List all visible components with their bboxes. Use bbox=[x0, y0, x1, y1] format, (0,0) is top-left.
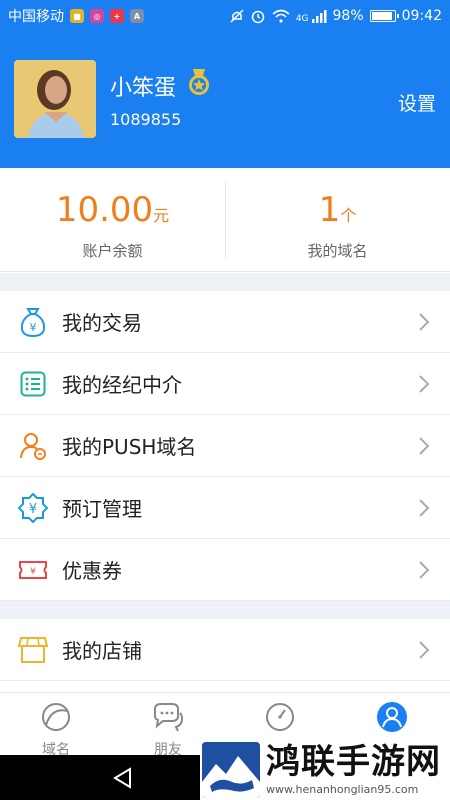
list-icon bbox=[18, 369, 48, 399]
username: 小笨蛋 bbox=[110, 76, 177, 101]
domain-tab-icon bbox=[42, 703, 70, 731]
balance-label: 账户余额 bbox=[82, 242, 143, 260]
section-gap bbox=[0, 273, 450, 291]
svg-text:¥: ¥ bbox=[29, 502, 37, 517]
menu-item-label: 优惠券 bbox=[62, 559, 122, 583]
yen-badge-icon: ¥ bbox=[18, 492, 48, 523]
watermark-domain: www.henanhonglian95.com bbox=[266, 783, 419, 796]
vip-medal-icon bbox=[189, 69, 209, 95]
menu-item-store[interactable]: 我的店铺 bbox=[0, 619, 450, 681]
chevron-right-icon bbox=[419, 641, 430, 659]
svg-text:¥: ¥ bbox=[30, 321, 37, 334]
alarm-icon bbox=[251, 10, 265, 24]
domains-unit: 个 bbox=[340, 206, 357, 225]
battery-percent: 98% bbox=[332, 8, 364, 24]
svg-text:¥: ¥ bbox=[30, 567, 36, 577]
app-notification-icon: ■ bbox=[70, 9, 84, 23]
chevron-right-icon bbox=[419, 499, 430, 517]
menu-item-transactions[interactable]: ¥ 我的交易 bbox=[0, 291, 450, 353]
user-id: 1089855 bbox=[110, 110, 182, 129]
watermark-logo bbox=[202, 742, 260, 798]
profile-header: 小笨蛋 1089855 设置 bbox=[0, 32, 450, 168]
chat-icon bbox=[154, 703, 184, 732]
avatar[interactable] bbox=[14, 60, 96, 138]
store-icon bbox=[18, 635, 48, 665]
menu-item-reservations[interactable]: ¥ 预订管理 bbox=[0, 477, 450, 539]
menu-item-label: 我的交易 bbox=[62, 311, 142, 335]
menu-item-brokerage[interactable]: 我的经纪中介 bbox=[0, 353, 450, 415]
balance-value: 10.00 bbox=[55, 190, 154, 230]
balance-unit: 元 bbox=[153, 206, 170, 225]
compass-icon bbox=[266, 703, 294, 731]
settings-button[interactable]: 设置 bbox=[398, 89, 436, 116]
watermark-title: 鸿联手游网 bbox=[266, 742, 441, 782]
network-type: 4G bbox=[295, 14, 309, 24]
account-stats: 10.00元 账户余额 1个 我的域名 bbox=[0, 168, 450, 272]
clock: 09:42 bbox=[401, 8, 442, 24]
status-bar: 中国移动 ■ ◎ + A 4G 98% 09:42 bbox=[0, 0, 450, 32]
app-notification-icon: + bbox=[110, 9, 124, 23]
watermark: 鸿联手游网 www.henanhonglian95.com bbox=[200, 740, 450, 800]
domains-value: 1 bbox=[318, 190, 341, 230]
menu-item-push-domains[interactable]: 我的PUSH域名 bbox=[0, 415, 450, 477]
menu-item-coupons[interactable]: ¥ 优惠券 bbox=[0, 539, 450, 601]
chevron-right-icon bbox=[419, 437, 430, 455]
carrier-label: 中国移动 bbox=[8, 9, 64, 25]
menu-item-label: 我的PUSH域名 bbox=[62, 435, 197, 459]
money-bag-icon: ¥ bbox=[18, 307, 48, 337]
menu-item-label: 预订管理 bbox=[62, 497, 142, 521]
wifi-icon bbox=[272, 9, 290, 23]
back-icon[interactable] bbox=[112, 767, 134, 789]
menu-item-label: 我的经纪中介 bbox=[62, 373, 182, 397]
menu-item-label: 我的店铺 bbox=[62, 639, 142, 663]
section-gap bbox=[0, 601, 450, 619]
chevron-right-icon bbox=[419, 561, 430, 579]
chevron-right-icon bbox=[419, 313, 430, 331]
profile-icon bbox=[377, 702, 407, 732]
signal-icon bbox=[311, 10, 327, 23]
battery-icon bbox=[369, 10, 399, 22]
silent-icon bbox=[230, 9, 244, 23]
user-edit-icon bbox=[18, 431, 48, 461]
balance-stat[interactable]: 10.00元 账户余额 bbox=[0, 168, 225, 272]
app-notification-icon: ◎ bbox=[90, 9, 104, 23]
chevron-right-icon bbox=[419, 375, 430, 393]
coupon-icon: ¥ bbox=[18, 555, 48, 585]
domains-label: 我的域名 bbox=[307, 242, 368, 260]
app-notification-icon: A bbox=[130, 9, 144, 23]
domains-stat[interactable]: 1个 我的域名 bbox=[225, 168, 450, 272]
tab-domains[interactable]: 域名 bbox=[0, 693, 112, 758]
